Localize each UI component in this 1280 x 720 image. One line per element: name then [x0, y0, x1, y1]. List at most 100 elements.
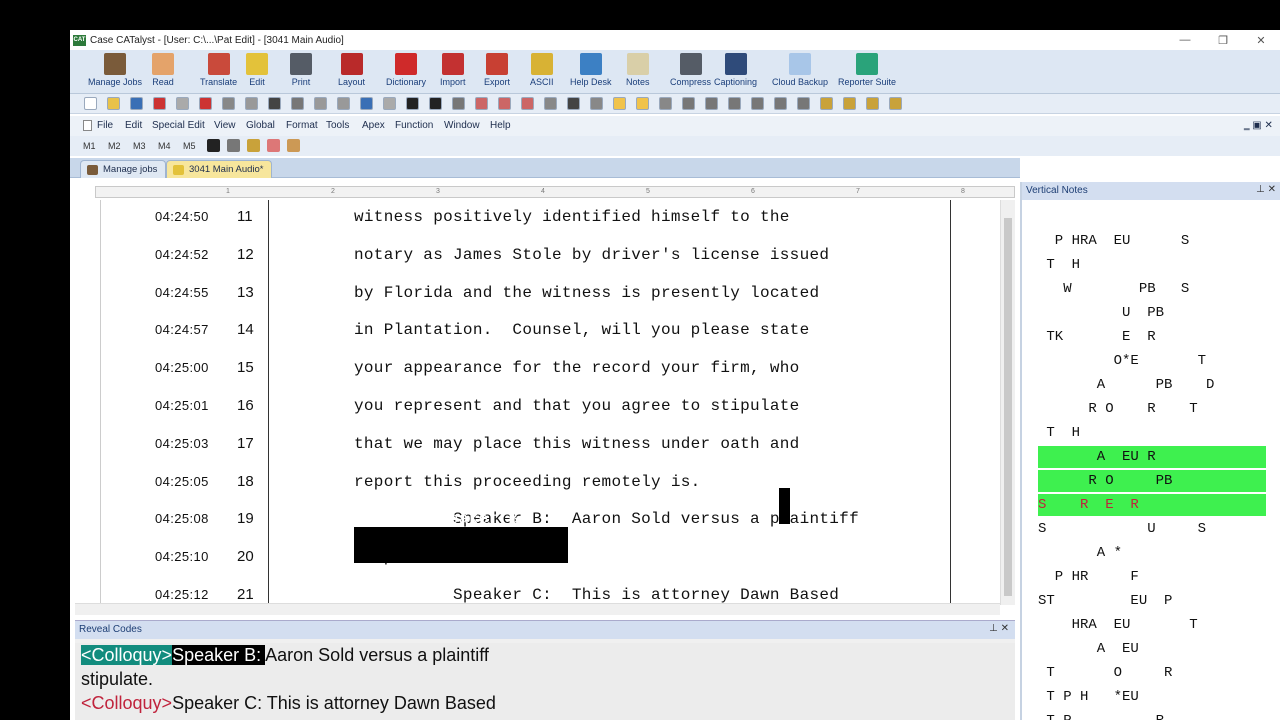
- toolbar-icon[interactable]: [774, 97, 787, 110]
- layout-button[interactable]: Layout: [338, 52, 365, 92]
- toolbar-icon[interactable]: [360, 97, 373, 110]
- reveal-codes-header: Reveal Codes ⊥ ✕: [75, 621, 1015, 639]
- toolbar-icon[interactable]: [636, 97, 649, 110]
- toolbar-icon[interactable]: [383, 97, 396, 110]
- menu-view[interactable]: View: [214, 120, 236, 131]
- toolbar-icon[interactable]: [84, 97, 97, 110]
- import-button[interactable]: Import: [440, 52, 466, 92]
- toolbar-icon[interactable]: [130, 97, 143, 110]
- toolbar-icon[interactable]: [337, 97, 350, 110]
- translate-button[interactable]: Translate: [200, 52, 237, 92]
- toolbar-icon[interactable]: [498, 97, 511, 110]
- pin-close-icon[interactable]: ⊥ ✕: [989, 623, 1009, 634]
- toolbar-icon[interactable]: [843, 97, 856, 110]
- notes-button[interactable]: Notes: [626, 52, 650, 92]
- toolbar-icon[interactable]: [291, 97, 304, 110]
- macro-m4-button[interactable]: M4: [158, 141, 171, 151]
- toolbar-icon[interactable]: [659, 97, 672, 110]
- toolbar-icon[interactable]: [544, 97, 557, 110]
- toolbar-icon[interactable]: [705, 97, 718, 110]
- menu-help[interactable]: Help: [490, 120, 511, 131]
- toolbar-icon[interactable]: [820, 97, 833, 110]
- transcript-line[interactable]: 04:25:03 17 that we may place this witness…: [75, 429, 1015, 459]
- toolbar-icon[interactable]: [268, 97, 281, 110]
- print-button[interactable]: Print: [290, 52, 312, 92]
- manage-jobs-button[interactable]: Manage Jobs: [88, 52, 142, 92]
- menu-special-edit[interactable]: Special Edit: [152, 120, 205, 131]
- macro-m1-button[interactable]: M1: [83, 141, 96, 151]
- toolbar-icon[interactable]: [429, 97, 442, 110]
- toolbar-icon[interactable]: [245, 97, 258, 110]
- ascii-button[interactable]: ASCII: [530, 52, 554, 92]
- menu-edit[interactable]: Edit: [125, 120, 142, 131]
- minimize-button[interactable]: —: [1166, 34, 1204, 46]
- macro-tool-icon[interactable]: [247, 139, 260, 152]
- macro-m2-button[interactable]: M2: [108, 141, 121, 151]
- toolbar-icon[interactable]: [222, 97, 235, 110]
- dictionary-button[interactable]: Dictionary: [386, 52, 426, 92]
- help-desk-button[interactable]: Help Desk: [570, 52, 612, 92]
- editor-horizontal-scrollbar[interactable]: [75, 603, 1000, 615]
- menu-global[interactable]: Global: [246, 120, 275, 131]
- cloud-backup-button[interactable]: Cloud Backup: [772, 52, 828, 92]
- toolbar-icon[interactable]: [107, 97, 120, 110]
- macro-m3-button[interactable]: M3: [133, 141, 146, 151]
- tab-manage-jobs[interactable]: Manage jobs: [80, 160, 167, 178]
- toolbar-icon[interactable]: [728, 97, 741, 110]
- toolbar-icon[interactable]: [682, 97, 695, 110]
- toolbar-icon[interactable]: [613, 97, 626, 110]
- toolbar-icon[interactable]: [889, 97, 902, 110]
- toolbar-icon[interactable]: [590, 97, 603, 110]
- transcript-editor[interactable]: 04:24:50 11 witness positively identified …: [75, 200, 1020, 605]
- scrollbar-thumb[interactable]: [1004, 218, 1012, 596]
- menu-tools[interactable]: Tools: [326, 120, 349, 131]
- transcript-line[interactable]: 04:25:12 21 Speaker C: This is attorney D…: [75, 580, 1015, 605]
- toolbar-icon[interactable]: [176, 97, 189, 110]
- toolbar-icon[interactable]: [314, 97, 327, 110]
- toolbar-icon[interactable]: [475, 97, 488, 110]
- toolbar-icon[interactable]: [452, 97, 465, 110]
- compress-button[interactable]: Compress: [670, 52, 711, 92]
- transcript-line[interactable]: 04:25:01 16 you represent and that you agr…: [75, 391, 1015, 421]
- read-button[interactable]: Read: [152, 52, 174, 92]
- macro-tool-icon[interactable]: [287, 139, 300, 152]
- toolbar-icon[interactable]: [567, 97, 580, 110]
- horizontal-ruler[interactable]: 1 2 3 4 5 6 7 8: [95, 186, 1015, 198]
- notes-label: Notes: [626, 77, 650, 87]
- menu-apex[interactable]: Apex: [362, 120, 385, 131]
- toolbar-icon[interactable]: [751, 97, 764, 110]
- menu-function[interactable]: Function: [395, 120, 433, 131]
- menu-window[interactable]: Window: [444, 120, 480, 131]
- transcript-line[interactable]: 04:25:05 18 report this proceeding remotel…: [75, 467, 1015, 497]
- toolbar-icon[interactable]: [521, 97, 534, 110]
- macro-tool-icon[interactable]: [227, 139, 240, 152]
- document-window-controls[interactable]: ‗ ▣ ✕: [1244, 120, 1273, 131]
- macro-tool-icon[interactable]: [207, 139, 220, 152]
- edit-button[interactable]: Edit: [246, 52, 268, 92]
- macro-m5-button[interactable]: M5: [183, 141, 196, 151]
- restore-button[interactable]: ❐: [1204, 34, 1242, 47]
- transcript-line[interactable]: 04:25:00 15 your appearance for the record…: [75, 353, 1015, 383]
- reporter-suite-button[interactable]: Reporter Suite: [838, 52, 896, 92]
- menu-file[interactable]: File: [97, 120, 113, 131]
- export-button[interactable]: Export: [484, 52, 510, 92]
- toolbar-icon[interactable]: [153, 97, 166, 110]
- tab-3041-main-audio[interactable]: 3041 Main Audio*: [166, 160, 273, 178]
- transcript-line[interactable]: 04:24:57 14 in Plantation. Counsel, will y…: [75, 315, 1015, 345]
- reveal-codes-body[interactable]: <Colloquy>Speaker B: Aaron Sold versus a…: [75, 643, 1015, 720]
- toolbar-icon[interactable]: [797, 97, 810, 110]
- captioning-button[interactable]: Captioning: [714, 52, 757, 92]
- transcript-line[interactable]: 04:24:52 12 notary as James Stole by drive…: [75, 240, 1015, 270]
- toolbar-icon[interactable]: [199, 97, 212, 110]
- transcript-line[interactable]: 04:24:50 11 witness positively identified …: [75, 202, 1015, 232]
- reveal-codes-title: Reveal Codes: [79, 624, 142, 635]
- toolbar-icon[interactable]: [866, 97, 879, 110]
- pin-close-icon[interactable]: ⊥ ✕: [1256, 184, 1276, 195]
- menu-format[interactable]: Format: [286, 120, 318, 131]
- toolbar-icon[interactable]: [406, 97, 419, 110]
- reveal-codes-panel: Reveal Codes ⊥ ✕ <Colloquy>Speaker B: Aa…: [75, 620, 1015, 720]
- transcript-line[interactable]: 04:24:55 13 by Florida and the witness is …: [75, 278, 1015, 308]
- editor-vertical-scrollbar[interactable]: [1000, 200, 1015, 605]
- close-button[interactable]: ✕: [1242, 34, 1280, 47]
- macro-tool-icon[interactable]: [267, 139, 280, 152]
